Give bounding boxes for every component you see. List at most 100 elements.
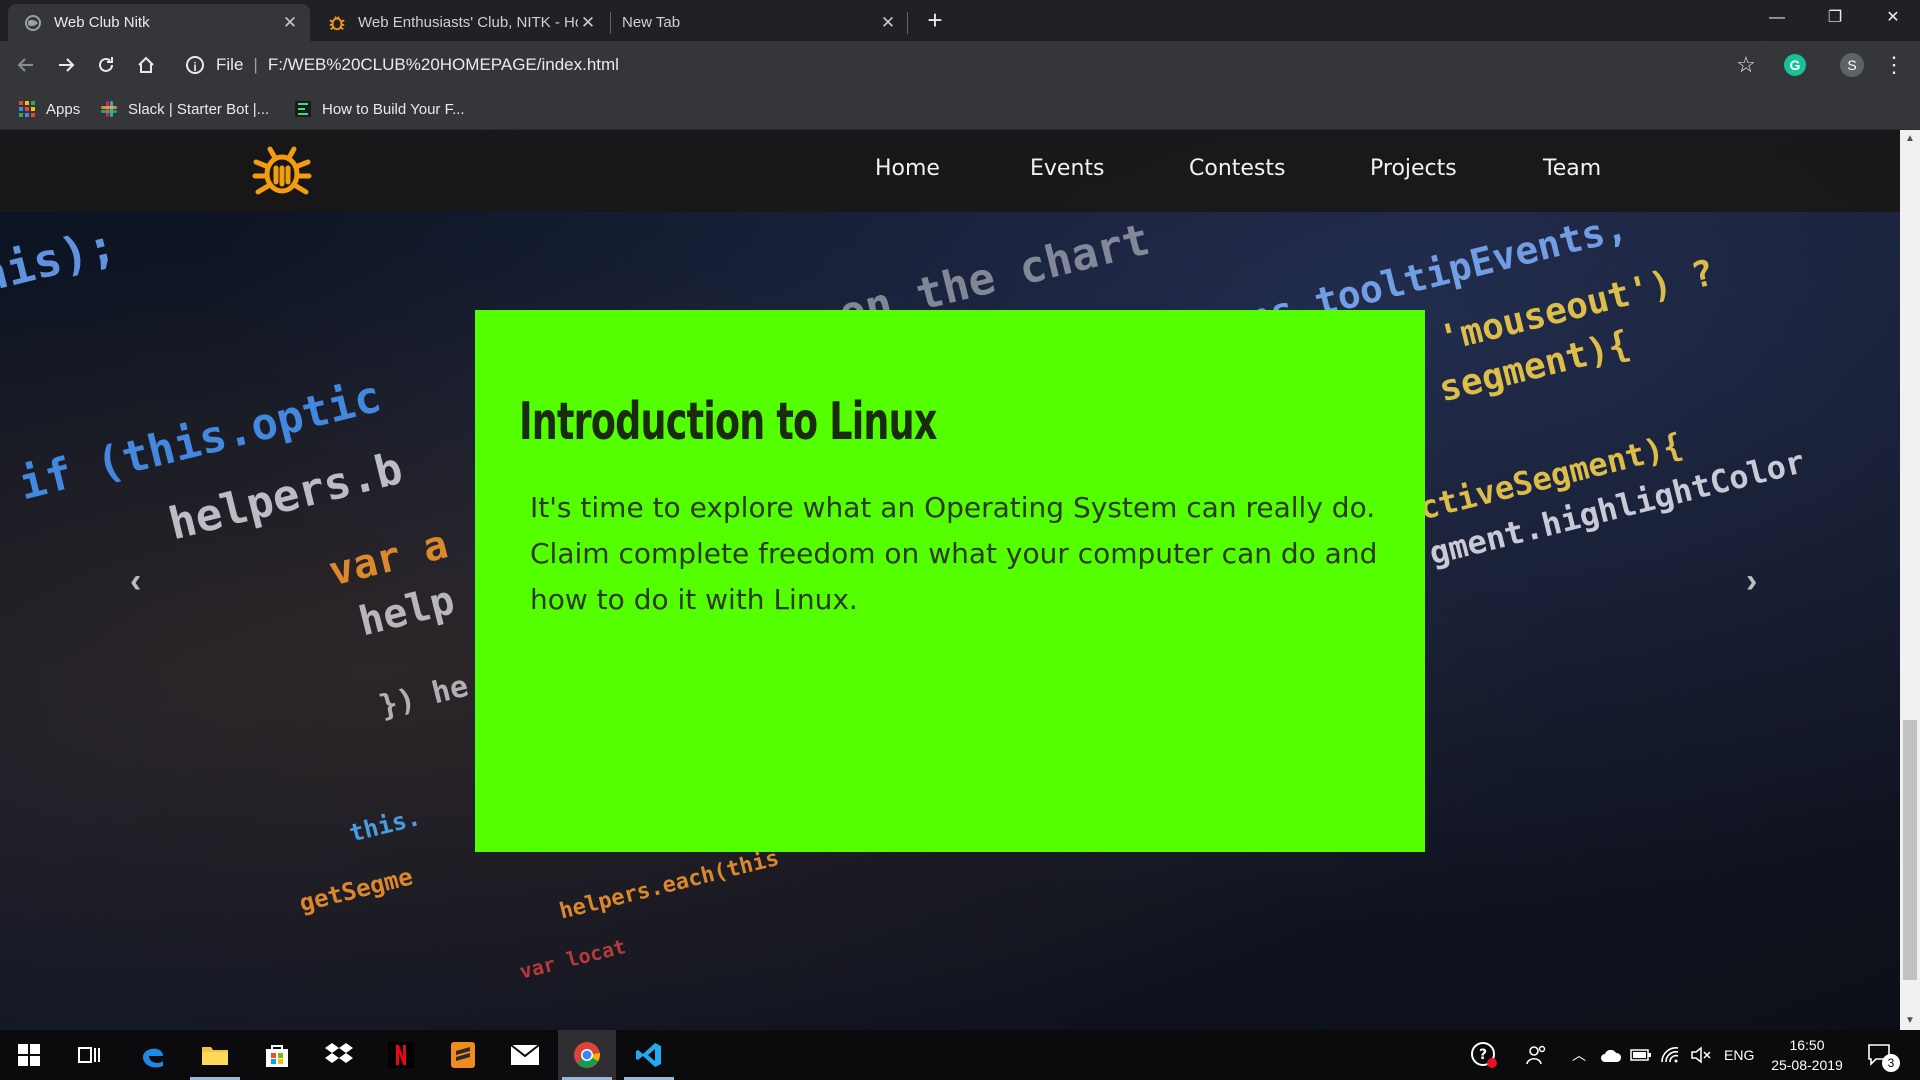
slide-title: Introduction to Linux <box>519 392 937 452</box>
volume-muted-tray-icon[interactable] <box>1690 1030 1712 1080</box>
battery-icon <box>1630 1049 1651 1061</box>
carousel-prev-button[interactable]: ‹ <box>130 562 141 601</box>
vscode-icon <box>636 1043 661 1067</box>
taskbar-netflix[interactable] <box>372 1030 430 1080</box>
globe-icon <box>24 14 42 32</box>
task-view-icon <box>78 1047 100 1063</box>
taskbar-edge[interactable] <box>124 1030 182 1080</box>
bookmark-slack[interactable]: Slack | Starter Bot |... <box>100 97 269 121</box>
onedrive-tray-icon[interactable] <box>1600 1030 1622 1080</box>
system-clock[interactable]: 16:50 25-08-2019 <box>1762 1035 1852 1075</box>
nav-home[interactable]: Home <box>875 156 940 181</box>
bookmarks-bar: Apps Slack | Starter Bot |... How to Bui… <box>0 89 1920 130</box>
people-icon <box>1526 1045 1546 1065</box>
carousel-slide-card: Introduction to Linux It's time to explo… <box>475 310 1425 852</box>
taskbar-dropbox[interactable] <box>310 1030 368 1080</box>
tab-divider <box>610 12 611 34</box>
start-button[interactable] <box>0 1030 58 1080</box>
wifi-icon <box>1661 1047 1679 1063</box>
tab-divider <box>907 12 908 34</box>
address-separator: | <box>253 55 258 74</box>
language-indicator[interactable]: ENG <box>1724 1030 1754 1080</box>
scrollbar-thumb[interactable] <box>1903 720 1917 980</box>
folder-icon <box>202 1047 228 1065</box>
scroll-up-arrow-icon[interactable]: ▲ <box>1900 130 1920 148</box>
sublime-icon <box>451 1042 475 1068</box>
close-tab-icon[interactable]: ✕ <box>578 13 598 33</box>
people-tray-icon[interactable] <box>1526 1030 1548 1080</box>
windows-taskbar: ? ︿ ENG 16:50 25-08-2019 3 <box>0 1030 1920 1080</box>
help-tray-icon[interactable]: ? <box>1470 1030 1498 1080</box>
reload-button[interactable] <box>90 49 122 81</box>
help-question-icon: ? <box>1471 1042 1497 1068</box>
taskbar-vscode[interactable] <box>620 1030 678 1080</box>
carousel-next-button[interactable]: › <box>1746 562 1757 601</box>
bookmark-apps[interactable]: Apps <box>18 97 80 121</box>
address-bar[interactable]: i File | F:/WEB%20CLUB%20HOMEPAGE/index.… <box>176 46 1776 84</box>
taskbar-store[interactable] <box>248 1030 306 1080</box>
page-scrollbar[interactable]: ▲ ▼ <box>1900 130 1920 1030</box>
mail-icon <box>510 1044 540 1065</box>
clock-date: 25-08-2019 <box>1771 1057 1843 1073</box>
netflix-icon <box>388 1042 414 1068</box>
close-window-button[interactable]: ✕ <box>1864 0 1920 38</box>
bookmark-label: How to Build Your F... <box>322 100 465 118</box>
page-viewport: his); if (this.optic helpers.b var a hel… <box>0 130 1900 1030</box>
nav-events[interactable]: Events <box>1030 156 1105 181</box>
clock-time: 16:50 <box>1789 1037 1825 1053</box>
taskbar-sublime[interactable] <box>434 1030 492 1080</box>
minimize-button[interactable]: — <box>1748 0 1806 38</box>
edge-icon <box>143 1048 163 1068</box>
action-center-button[interactable]: 3 <box>1866 1030 1900 1080</box>
task-view-button[interactable] <box>60 1030 118 1080</box>
home-button[interactable] <box>130 49 162 81</box>
battery-tray-icon[interactable] <box>1630 1030 1652 1080</box>
forward-button[interactable] <box>50 49 82 81</box>
tab-web-club-nitk[interactable]: Web Club Nitk ✕ <box>8 4 310 41</box>
tab-new-tab[interactable]: New Tab ✕ <box>612 4 908 41</box>
profile-avatar[interactable]: S <box>1840 53 1864 77</box>
back-button[interactable] <box>10 49 42 81</box>
bookmark-site-icon <box>295 101 311 117</box>
restore-button[interactable]: ❐ <box>1806 0 1864 38</box>
bookmark-label: Slack | Starter Bot |... <box>128 100 270 118</box>
grammarly-extension-icon[interactable]: G <box>1784 54 1806 76</box>
slide-body: It's time to explore what an Operating S… <box>530 491 1378 616</box>
tab-title: Web Enthusiasts' Club, NITK - Ho <box>358 14 578 31</box>
cloud-icon <box>1601 1049 1622 1062</box>
nav-contests[interactable]: Contests <box>1189 156 1285 181</box>
new-tab-button[interactable]: + <box>920 6 950 36</box>
scroll-down-arrow-icon[interactable]: ▼ <box>1900 1012 1920 1030</box>
info-icon[interactable]: i <box>186 56 204 74</box>
tab-strip: Web Club Nitk ✕ Web Enthusiasts' Club, N… <box>0 0 1920 41</box>
arrow-right-icon <box>59 58 75 72</box>
bookmark-label: Apps <box>46 100 81 118</box>
tab-web-enthusiasts[interactable]: Web Enthusiasts' Club, NITK - Ho ✕ <box>312 4 608 41</box>
browser-toolbar: i File | F:/WEB%20CLUB%20HOMEPAGE/index.… <box>0 41 1920 89</box>
dropbox-icon <box>325 1043 353 1063</box>
store-bag-icon <box>266 1045 288 1067</box>
close-tab-icon[interactable]: ✕ <box>878 13 898 33</box>
scheme-label: File <box>216 55 244 74</box>
slack-icon <box>101 101 117 117</box>
url-text: F:/WEB%20CLUB%20HOMEPAGE/index.html <box>267 55 619 74</box>
bookmark-star-icon[interactable]: ☆ <box>1732 51 1760 79</box>
tab-title: Web Club Nitk <box>54 14 150 31</box>
nav-team[interactable]: Team <box>1543 156 1601 181</box>
bookmark-how-to-build[interactable]: How to Build Your F... <box>294 97 465 121</box>
tab-title: New Tab <box>622 14 681 31</box>
home-icon <box>138 56 154 73</box>
show-hidden-icons-chevron-icon[interactable]: ︿ <box>1572 1030 1586 1080</box>
apps-grid-icon <box>19 101 35 117</box>
taskbar-file-explorer[interactable] <box>186 1030 244 1080</box>
bug-icon[interactable] <box>252 144 312 198</box>
taskbar-mail[interactable] <box>496 1030 554 1080</box>
nav-projects[interactable]: Projects <box>1370 156 1457 181</box>
close-tab-icon[interactable]: ✕ <box>280 13 300 33</box>
taskbar-chrome[interactable] <box>558 1030 616 1080</box>
reload-icon <box>99 57 113 72</box>
speaker-muted-icon <box>1691 1046 1711 1064</box>
menu-kebab-icon[interactable]: ⋮ <box>1880 51 1908 79</box>
chrome-icon <box>574 1042 601 1068</box>
wifi-tray-icon[interactable] <box>1660 1030 1682 1080</box>
